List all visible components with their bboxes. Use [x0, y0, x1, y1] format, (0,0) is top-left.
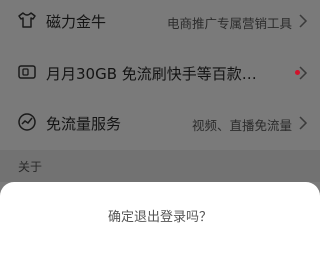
list-item-title: 免流量服务	[46, 115, 122, 133]
list-item-subtitle: 视频、直播免流量	[191, 118, 292, 133]
section-header-label: 关于	[18, 160, 43, 174]
list-item-data-plan[interactable]: 月月30GB 免流刷快手等百款…	[0, 52, 320, 94]
list-item-free-data-service[interactable]: 免流量服务 视频、直播免流量	[0, 102, 320, 144]
section-header-about: 关于	[0, 150, 320, 182]
tshirt-icon	[18, 12, 36, 28]
list-item-title: 月月30GB 免流刷快手等百款…	[46, 65, 257, 83]
speed-gauge-icon	[18, 113, 36, 131]
sim-card-icon	[18, 65, 36, 79]
logout-confirm-sheet: 确定退出登录吗？	[0, 182, 320, 262]
dialog-message: 确定退出登录吗？	[107, 210, 212, 225]
chevron-right-icon	[299, 116, 308, 130]
list-item-magnetic-ox[interactable]: 磁力金牛 电商推广专属营销工具	[0, 0, 320, 42]
list-item-title: 磁力金牛	[46, 13, 107, 31]
chevron-right-icon	[299, 14, 308, 28]
chevron-right-icon	[299, 66, 308, 80]
list-item-subtitle: 电商推广专属营销工具	[166, 16, 292, 31]
